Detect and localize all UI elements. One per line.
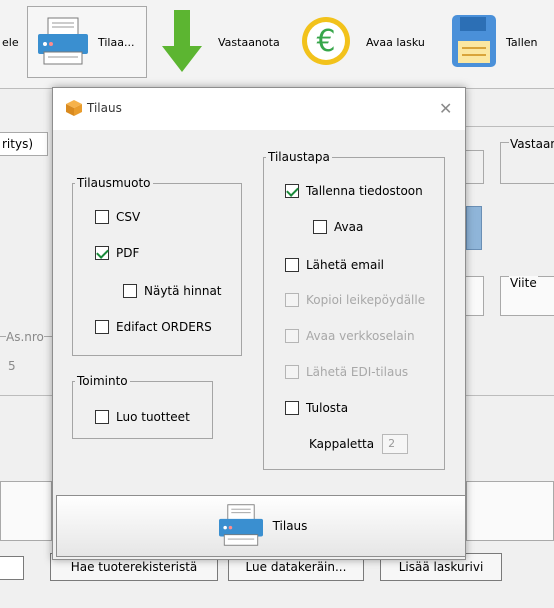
- package-icon: [65, 99, 83, 120]
- send-email-checkbox[interactable]: Lähetä email: [285, 258, 384, 272]
- send-email-label: Lähetä email: [306, 258, 384, 272]
- main-toolbar: ele Tilaa... Vastaanota € Avaa lasku Tal…: [0, 0, 554, 88]
- order-method-legend: Tilaustapa: [268, 150, 330, 164]
- open-invoice-toolbar-label: Avaa lasku: [366, 35, 425, 49]
- open-file-checkbox[interactable]: Avaa: [313, 220, 363, 234]
- calculator-icon[interactable]: [466, 206, 482, 250]
- order-toolbar-button[interactable]: Tilaa...: [27, 6, 147, 78]
- background-field-edge-2: [466, 276, 484, 316]
- order-format-legend: Tilausmuoto: [77, 176, 151, 190]
- csv-label: CSV: [116, 210, 141, 224]
- save-toolbar-button[interactable]: Tallen: [450, 6, 554, 78]
- edifact-orders-checkbox[interactable]: Edifact ORDERS: [95, 320, 212, 334]
- show-prices-checkbox[interactable]: Näytä hinnat: [123, 284, 222, 298]
- copies-label: Kappaletta: [309, 437, 375, 451]
- bg-divider: [0, 395, 52, 396]
- receiver-group: Vastaan: [500, 137, 554, 184]
- customer-no-label: As.nro: [6, 330, 44, 344]
- toolbar-button-partial[interactable]: ele: [0, 6, 26, 78]
- copy-clipboard-checkbox: Kopioi leikepöydälle: [285, 293, 425, 307]
- svg-text:€: €: [316, 24, 335, 59]
- order-submit-label: Tilaus: [272, 519, 308, 533]
- show-prices-label: Näytä hinnat: [144, 284, 222, 298]
- create-products-label: Luo tuotteet: [116, 410, 190, 424]
- dialog-title: Tilaus: [87, 101, 122, 115]
- checkbox-box: [285, 365, 299, 379]
- fetch-catalog-label: Hae tuoterekisteristä: [70, 560, 198, 574]
- reference-field[interactable]: Viite: [500, 276, 554, 316]
- checkbox-box[interactable]: [95, 210, 109, 224]
- save-toolbar-label: Tallen: [506, 35, 538, 49]
- copies-row: Kappaletta 2: [309, 434, 409, 454]
- background-field-edge: [466, 150, 484, 184]
- save-to-file-checkbox[interactable]: Tallenna tiedostoon: [285, 184, 423, 198]
- checkbox-box[interactable]: [95, 410, 109, 424]
- pdf-checkbox[interactable]: PDF: [95, 246, 139, 260]
- checkbox-box: [285, 329, 299, 343]
- copies-input: 2: [382, 434, 409, 454]
- receive-toolbar-button[interactable]: Vastaanota: [160, 6, 300, 78]
- row-input-partial[interactable]: [0, 556, 24, 580]
- down-arrow-icon: [160, 8, 204, 77]
- order-submit-button[interactable]: Tilaus: [56, 495, 466, 557]
- checkbox-box[interactable]: [313, 220, 327, 234]
- customer-no-value: 5: [8, 359, 16, 373]
- action-group: Toiminto: [72, 374, 213, 439]
- receiver-label: Vastaan: [509, 137, 554, 151]
- edifact-orders-label: Edifact ORDERS: [116, 320, 212, 334]
- euro-coin-icon: €: [300, 15, 352, 70]
- checkbox-box[interactable]: [123, 284, 137, 298]
- checkbox-box[interactable]: [285, 401, 299, 415]
- order-method-group: Tilaustapa: [263, 150, 445, 470]
- dialog-titlebar[interactable]: Tilaus ✕: [53, 88, 465, 130]
- tab-partial-label: ritys): [2, 137, 34, 151]
- tab-partial[interactable]: ritys): [0, 132, 48, 156]
- send-edi-order-checkbox: Lähetä EDI-tilaus: [285, 365, 408, 379]
- read-data-collector-label: Lue datakeräin...: [245, 560, 347, 574]
- order-toolbar-label: Tilaa...: [98, 35, 135, 49]
- print-checkbox[interactable]: Tulosta: [285, 401, 348, 415]
- csv-checkbox[interactable]: CSV: [95, 210, 140, 224]
- rows-area-edge-2: [466, 481, 554, 541]
- printer-icon: [34, 16, 92, 69]
- open-file-label: Avaa: [334, 220, 364, 234]
- order-dialog: Tilaus ✕ Tilausmuoto CSV PDF Näytä hinna…: [52, 87, 466, 560]
- bg-divider-2: [466, 395, 554, 396]
- checkbox-box: [285, 293, 299, 307]
- receive-toolbar-label: Vastaanota: [218, 35, 280, 49]
- save-to-file-label: Tallenna tiedostoon: [306, 184, 423, 198]
- open-invoice-toolbar-button[interactable]: € Avaa lasku: [300, 6, 445, 78]
- create-products-checkbox[interactable]: Luo tuotteet: [95, 410, 190, 424]
- open-browser-checkbox: Avaa verkkoselain: [285, 329, 415, 343]
- save-icon: [450, 13, 498, 72]
- checkbox-box[interactable]: [285, 258, 299, 272]
- rows-area-edge: [0, 481, 52, 541]
- toolbar-partial-label: ele: [2, 35, 19, 49]
- add-invoice-row-label: Lisää laskurivi: [398, 560, 484, 574]
- copy-clipboard-label: Kopioi leikepöydälle: [306, 293, 426, 307]
- tab-strip-line: [466, 126, 554, 127]
- checkbox-box[interactable]: [95, 246, 109, 260]
- close-icon[interactable]: ✕: [439, 99, 452, 118]
- customer-no-group: As.nro 5: [0, 330, 52, 376]
- checkbox-box[interactable]: [285, 184, 299, 198]
- print-label: Tulosta: [306, 401, 349, 415]
- pdf-label: PDF: [116, 246, 140, 260]
- printer-icon: [215, 503, 267, 550]
- action-legend: Toiminto: [77, 374, 128, 388]
- open-browser-label: Avaa verkkoselain: [306, 329, 415, 343]
- send-edi-order-label: Lähetä EDI-tilaus: [306, 365, 409, 379]
- reference-label: Viite: [509, 276, 538, 290]
- checkbox-box[interactable]: [95, 320, 109, 334]
